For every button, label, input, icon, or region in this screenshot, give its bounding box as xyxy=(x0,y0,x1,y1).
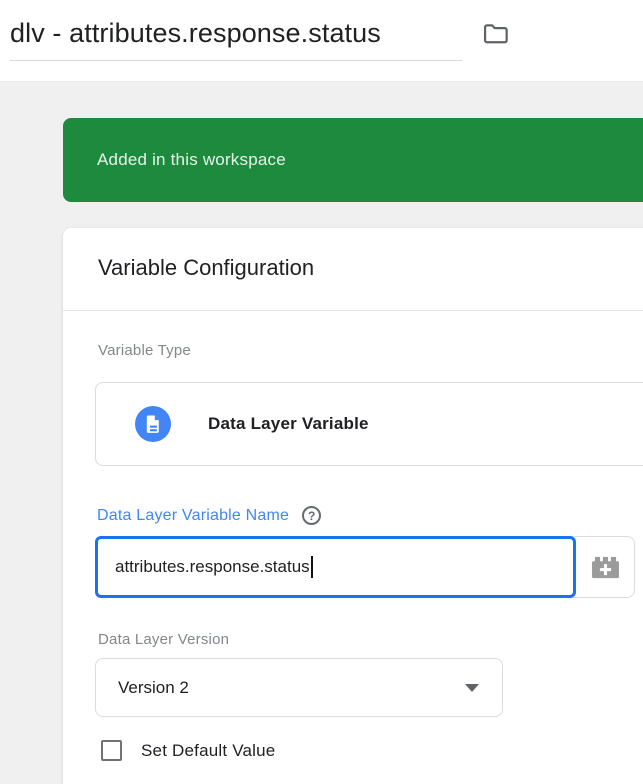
workspace-status-banner: Added in this workspace xyxy=(63,118,643,202)
variable-type-label: Variable Type xyxy=(98,342,191,359)
card-title: Variable Configuration xyxy=(98,255,315,280)
dlv-version-label: Data Layer Version xyxy=(98,631,230,648)
dlv-name-input[interactable]: attributes.response.status xyxy=(95,536,576,598)
dlv-name-input-shell: attributes.response.status xyxy=(95,536,635,598)
header: dlv - attributes.response.status xyxy=(0,0,643,82)
set-default-value-label: Set Default Value xyxy=(141,740,276,760)
dlv-name-label-row: Data Layer Variable Name ? xyxy=(97,506,322,525)
dlv-version-value: Version 2 xyxy=(118,677,189,697)
variable-picker-button[interactable] xyxy=(576,537,634,597)
data-layer-variable-icon xyxy=(135,406,171,442)
dlv-name-label[interactable]: Data Layer Variable Name xyxy=(97,507,289,525)
dlv-version-select[interactable]: Version 2 xyxy=(95,658,503,717)
text-caret xyxy=(310,556,313,578)
variable-title-field[interactable]: dlv - attributes.response.status xyxy=(10,18,381,49)
card-divider xyxy=(63,310,643,311)
folder-icon[interactable] xyxy=(480,20,510,50)
variable-picker-icon xyxy=(591,556,619,578)
dlv-name-value: attributes.response.status xyxy=(115,557,310,576)
variable-type-value: Data Layer Variable xyxy=(208,414,369,433)
title-underline xyxy=(10,60,462,61)
set-default-value-checkbox[interactable] xyxy=(101,740,122,761)
set-default-value-row: Set Default Value xyxy=(101,740,275,761)
banner-text: Added in this workspace xyxy=(97,150,286,169)
help-icon[interactable]: ? xyxy=(302,506,322,525)
folder-icon-glyph xyxy=(483,24,508,44)
variable-type-selector[interactable]: Data Layer Variable xyxy=(95,382,643,466)
gtm-variable-editor: dlv - attributes.response.status Added i… xyxy=(0,0,643,784)
variable-configuration-card: Variable Configuration Variable Type Dat… xyxy=(63,228,643,784)
chevron-down-icon xyxy=(465,684,479,692)
